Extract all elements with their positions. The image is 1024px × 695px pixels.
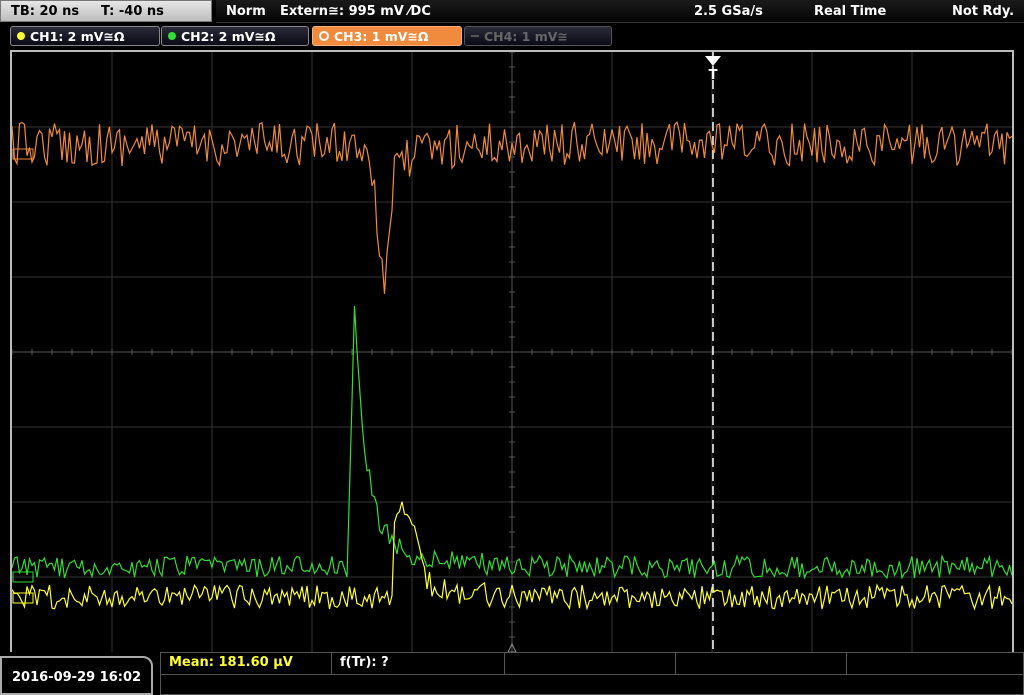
ch3-indicator-icon bbox=[319, 31, 329, 41]
status-line: Norm Extern≅: 995 mV ⁄DC 2.5 GSa/s Real … bbox=[216, 0, 1024, 23]
trigger-position-label: T: -40 ns bbox=[101, 4, 164, 19]
channel-tabs: CH1: 2 mV≅Ω CH2: 2 mV≅Ω CH3: 1 mV≅Ω CH4:… bbox=[0, 26, 1024, 48]
tab-ch3[interactable]: CH3: 1 mV≅Ω bbox=[312, 26, 462, 46]
timebase-box[interactable]: TB: 20 ns T: -40 ns bbox=[0, 0, 212, 22]
trigger-state: Not Rdy. bbox=[952, 4, 1015, 19]
sample-rate: 2.5 GSa/s bbox=[694, 4, 763, 19]
measurement-slot-5[interactable] bbox=[847, 653, 1024, 674]
measurement-slot-3[interactable] bbox=[505, 653, 676, 674]
measurement-divider bbox=[161, 674, 1023, 675]
trigger-arrow-icon bbox=[705, 56, 721, 66]
mean-measurement[interactable]: Mean: 181.60 µV bbox=[161, 653, 332, 674]
bottom-bar: 2016-09-29 16:02 Mean: 181.60 µV f(Tr): … bbox=[0, 652, 1024, 695]
tab-ch3-label: CH3: 1 mV≅Ω bbox=[334, 28, 429, 44]
measurement-slot-4[interactable] bbox=[676, 653, 847, 674]
tab-ch4[interactable]: CH4: 1 mV≅ bbox=[464, 26, 612, 46]
tab-ch1-label: CH1: 2 mV≅Ω bbox=[30, 28, 125, 44]
tab-ch2-label: CH2: 2 mV≅Ω bbox=[181, 28, 276, 44]
measurement-panel: Mean: 181.60 µV f(Tr): ? bbox=[160, 652, 1024, 695]
tab-ch1[interactable]: CH1: 2 mV≅Ω bbox=[10, 26, 160, 46]
tab-ch2[interactable]: CH2: 2 mV≅Ω bbox=[161, 26, 309, 46]
trigger-source[interactable]: Extern≅: 995 mV ⁄DC bbox=[280, 4, 431, 19]
waveform-display[interactable]: T bbox=[10, 50, 1014, 654]
datetime: 2016-09-29 16:02 bbox=[0, 656, 153, 695]
graticule bbox=[12, 52, 1012, 652]
trigger-mode[interactable]: Norm bbox=[226, 4, 266, 19]
waveform-canvas[interactable]: T bbox=[12, 52, 1012, 652]
trigger-marker-label: T bbox=[709, 68, 718, 83]
ch2-indicator-icon bbox=[168, 32, 176, 40]
ftr-measurement[interactable]: f(Tr): ? bbox=[332, 653, 505, 674]
acquisition-mode: Real Time bbox=[814, 4, 887, 19]
top-bar: TB: 20 ns T: -40 ns Norm Extern≅: 995 mV… bbox=[0, 0, 1024, 24]
ch1-indicator-icon bbox=[17, 32, 25, 40]
tab-ch4-label: CH4: 1 mV≅ bbox=[484, 28, 568, 44]
ch4-indicator-icon bbox=[471, 35, 479, 37]
timebase-label: TB: 20 ns bbox=[11, 4, 80, 19]
